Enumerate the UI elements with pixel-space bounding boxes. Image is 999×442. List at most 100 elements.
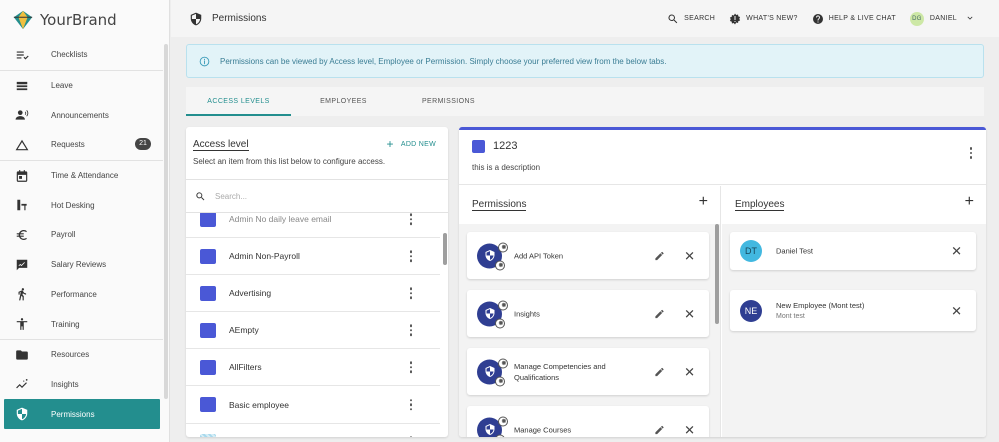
edit-pencil-icon[interactable] bbox=[654, 366, 665, 377]
sidebar-item-hot-desking[interactable]: Hot Desking bbox=[0, 190, 163, 220]
page-title: Permissions bbox=[212, 13, 267, 24]
add-new-button[interactable]: + ADD NEW bbox=[386, 137, 436, 151]
user-avatar: DG bbox=[909, 11, 924, 26]
plus-icon: + bbox=[386, 137, 394, 151]
sidebar-item-label: Performance bbox=[51, 289, 97, 299]
list-item[interactable]: AEmpty bbox=[186, 312, 440, 350]
permissions-scrollbar[interactable] bbox=[715, 224, 719, 324]
sidebar-item-permissions[interactable]: Permissions bbox=[4, 399, 160, 429]
more-options-icon[interactable] bbox=[406, 250, 416, 262]
gear-icon bbox=[495, 434, 505, 437]
search-label: SEARCH bbox=[684, 15, 716, 22]
euro-icon bbox=[14, 227, 30, 243]
employee-subtitle: Mont test bbox=[776, 312, 805, 320]
tab-permissions[interactable]: PERMISSIONS bbox=[396, 87, 501, 116]
sidebar-item-announcements[interactable]: Announcements bbox=[0, 100, 163, 130]
remove-permission-close-icon[interactable]: ✕ bbox=[684, 365, 695, 378]
header-actions: SEARCH WHAT'S NEW? HELP & LIVE CHAT DG D… bbox=[653, 0, 975, 37]
sidebar-item-time-attendance[interactable]: Time & Attendance bbox=[0, 161, 163, 191]
access-level-label: Advertising bbox=[229, 288, 272, 299]
sidebar-item-resources[interactable]: Resources bbox=[0, 340, 163, 370]
permissions-list: Manage Courses ✕ Manage Competencies and Q… bbox=[459, 224, 720, 437]
permission-label: Manage Competencies and Qualifications bbox=[514, 361, 606, 382]
more-options-icon[interactable] bbox=[406, 435, 416, 437]
add-employee-button[interactable]: + bbox=[965, 194, 974, 210]
sidebar-nav: Checklists Leave Announcements Requests … bbox=[0, 40, 163, 429]
user-menu[interactable]: DG DANIEL bbox=[909, 11, 975, 26]
gear-icon bbox=[495, 260, 505, 270]
help-live-chat-button[interactable]: HELP & LIVE CHAT bbox=[812, 13, 896, 25]
list-scrollbar[interactable] bbox=[443, 233, 447, 265]
access-level-label: Basic employee bbox=[229, 399, 290, 410]
permission-card: Manage Competencies and Qualifications ✕ bbox=[467, 348, 709, 395]
avatar: NE bbox=[740, 299, 762, 322]
access-level-label: Admin No daily leave email bbox=[229, 214, 332, 225]
brand[interactable]: YourBrand bbox=[0, 0, 169, 40]
sidebar-item-salary-reviews[interactable]: Salary Reviews bbox=[0, 250, 163, 280]
list-item[interactable]: Advertising bbox=[186, 275, 440, 313]
permission-shield-icon bbox=[477, 358, 508, 386]
info-banner-text: Permissions can be viewed by Access leve… bbox=[220, 56, 667, 66]
search-icon bbox=[668, 14, 678, 23]
search-button[interactable]: SEARCH bbox=[667, 13, 715, 25]
search-input[interactable] bbox=[215, 191, 415, 201]
tab-employees[interactable]: EMPLOYEES bbox=[291, 87, 396, 116]
permission-shield-icon bbox=[477, 242, 508, 270]
list-item[interactable]: Admin No daily leave email bbox=[186, 213, 440, 239]
remove-permission-close-icon[interactable]: ✕ bbox=[684, 423, 695, 436]
sidebar-item-label: Checklists bbox=[51, 50, 88, 60]
remove-permission-close-icon[interactable]: ✕ bbox=[684, 249, 695, 262]
more-options-icon[interactable] bbox=[406, 287, 416, 299]
permission-shield-icon bbox=[477, 300, 508, 328]
edit-pencil-icon[interactable] bbox=[654, 308, 665, 319]
permission-label: Manage Courses bbox=[514, 425, 572, 434]
sidebar-item-performance[interactable]: Performance bbox=[0, 280, 163, 310]
remove-permission-close-icon[interactable]: ✕ bbox=[684, 307, 695, 320]
permissions-column: Permissions + Manage Courses ✕ Manage Comp… bbox=[459, 186, 721, 437]
info-icon bbox=[199, 56, 210, 66]
sidebar-item-checklists[interactable]: Checklists bbox=[0, 40, 163, 70]
sidebar-item-label: Salary Reviews bbox=[51, 260, 107, 270]
access-level-color-swatch bbox=[200, 434, 216, 437]
add-permission-button[interactable]: + bbox=[699, 194, 708, 210]
list-item[interactable]: Basic employee bbox=[186, 386, 440, 424]
access-level-detail: 1223 this is a description Permissions +… bbox=[459, 127, 986, 437]
brand-name: YourBrand bbox=[40, 11, 117, 29]
more-options-icon[interactable] bbox=[406, 398, 416, 411]
sidebar-item-payroll[interactable]: Payroll bbox=[0, 220, 163, 250]
sidebar-item-label: Hot Desking bbox=[51, 200, 95, 210]
sidebar-item-label: Payroll bbox=[51, 230, 76, 240]
sidebar-item-requests[interactable]: Requests 21 bbox=[0, 130, 163, 160]
sidebar-item-leave[interactable]: Leave bbox=[0, 71, 163, 101]
search-icon bbox=[196, 191, 205, 200]
more-options-icon[interactable] bbox=[966, 147, 976, 159]
help-label: HELP & LIVE CHAT bbox=[828, 15, 896, 22]
checklist-icon bbox=[14, 47, 30, 63]
access-level-color-swatch bbox=[200, 285, 216, 301]
sidebar-item-training[interactable]: Training bbox=[0, 309, 163, 339]
edit-pencil-icon[interactable] bbox=[654, 250, 665, 261]
list-item[interactable]: AllFilters bbox=[186, 349, 440, 387]
edit-pencil-icon[interactable] bbox=[654, 424, 665, 435]
more-options-icon[interactable] bbox=[406, 324, 416, 337]
whats-new-button[interactable]: WHAT'S NEW? bbox=[729, 13, 798, 25]
sidebar-item-insights[interactable]: Insights bbox=[0, 370, 163, 400]
brand-logo-icon bbox=[13, 10, 33, 30]
employee-card: NE New Employee (Mont test) Mont test ✕ bbox=[730, 290, 976, 331]
remove-employee-close-icon[interactable]: ✕ bbox=[951, 304, 962, 317]
tab-access-levels[interactable]: ACCESS LEVELS bbox=[186, 87, 291, 116]
list-item[interactable]: Basic Team Member bbox=[186, 424, 440, 437]
access-level-label: AllFilters bbox=[229, 362, 262, 373]
more-options-icon[interactable] bbox=[406, 361, 416, 374]
remove-employee-close-icon[interactable]: ✕ bbox=[951, 245, 962, 258]
employees-list: DT Daniel Test ✕ NE New Employee (Mont test)… bbox=[722, 224, 986, 437]
salary-review-icon bbox=[14, 257, 30, 273]
access-level-color-swatch bbox=[200, 397, 216, 413]
list-item[interactable]: Admin Non-Payroll bbox=[186, 238, 440, 276]
permission-label: Insights bbox=[514, 309, 540, 318]
access-level-list-inner: Admin No daily leave email Admin Non-Payr… bbox=[186, 213, 440, 437]
more-options-icon[interactable] bbox=[406, 213, 416, 225]
view-tabs: ACCESS LEVELS EMPLOYEES PERMISSIONS bbox=[186, 87, 984, 116]
sidebar-scrollbar[interactable] bbox=[164, 44, 168, 399]
access-level-color-swatch bbox=[200, 322, 216, 338]
